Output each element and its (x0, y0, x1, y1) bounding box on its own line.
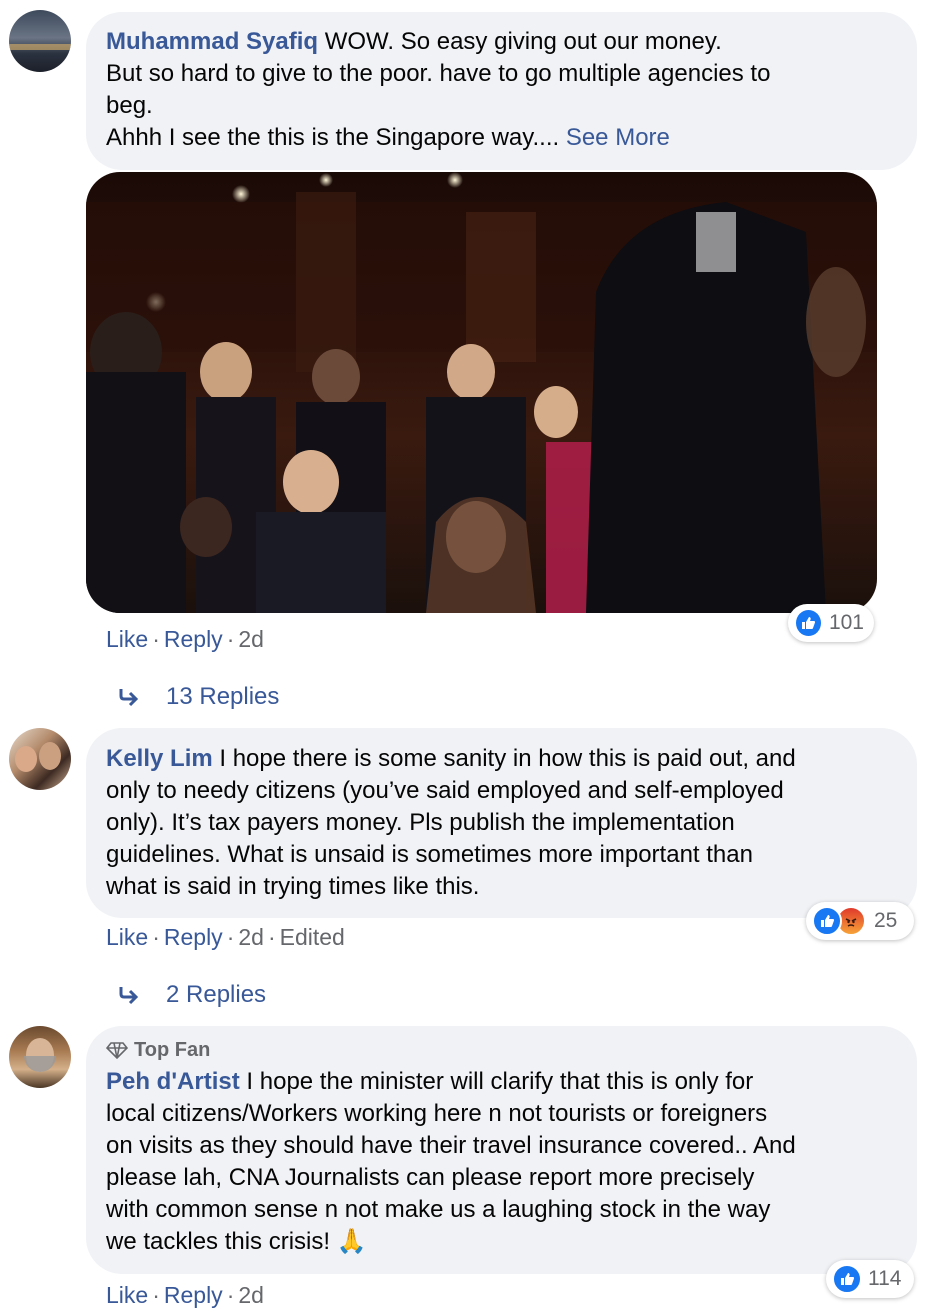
comment-time-1[interactable]: 2d (238, 626, 264, 652)
comment-text-2: Kelly Lim I hope there is some sanity in… (106, 745, 796, 900)
reactions-2[interactable]: 25 (806, 902, 914, 940)
comment-bubble-2: Kelly Lim I hope there is some sanity in… (86, 728, 917, 918)
comment-actions-1: Like · Reply · 2d (106, 626, 264, 652)
comment-text-1: Muhammad Syafiq WOW. So easy giving out … (106, 28, 771, 151)
comment-author-1[interactable]: Muhammad Syafiq (106, 28, 318, 55)
comment-text-3: Peh d'Artist I hope the minister will cl… (106, 1068, 796, 1255)
reaction-count-3: 114 (868, 1267, 902, 1290)
reply-button-3[interactable]: Reply (164, 1282, 223, 1308)
comment-actions-2: Like · Reply · 2d · Edited (106, 924, 345, 950)
like-reaction-icon (832, 1264, 862, 1294)
comment-bubble-1: Muhammad Syafiq WOW. So easy giving out … (86, 12, 917, 170)
folded-hands-emoji: 🙏 (336, 1228, 367, 1255)
reply-button-1[interactable]: Reply (164, 626, 223, 652)
gif-scene (86, 172, 877, 613)
reply-arrow-icon (119, 689, 139, 707)
reactions-3[interactable]: 114 (826, 1260, 914, 1298)
like-reaction-icon (812, 906, 842, 936)
comment-bubble-3: Top Fan Peh d'Artist I hope the minister… (86, 1026, 917, 1274)
gif-image[interactable] (86, 172, 877, 613)
like-reaction-icon (794, 608, 823, 638)
avatar-peh-dartist[interactable] (9, 1026, 71, 1088)
comment-actions-3: Like · Reply · 2d (106, 1282, 264, 1308)
comment-author-3[interactable]: Peh d'Artist (106, 1068, 240, 1095)
diamond-icon (106, 1042, 128, 1059)
reply-button-2[interactable]: Reply (164, 924, 223, 950)
reactions-1[interactable]: 101 (788, 604, 874, 642)
reaction-count-2: 25 (874, 909, 898, 932)
see-more-link[interactable]: See More (566, 124, 670, 151)
reaction-count-1: 101 (828, 611, 864, 634)
edited-label[interactable]: Edited (280, 924, 345, 950)
comment-author-2[interactable]: Kelly Lim (106, 745, 213, 772)
avatar-kelly-lim[interactable] (9, 728, 71, 790)
like-button-3[interactable]: Like (106, 1282, 148, 1308)
reply-arrow-icon (119, 987, 139, 1005)
like-button-2[interactable]: Like (106, 924, 148, 950)
avatar-muhammad-syafiq[interactable] (9, 10, 71, 72)
comment-time-2[interactable]: 2d (238, 924, 264, 950)
comment-time-3[interactable]: 2d (238, 1282, 264, 1308)
top-fan-badge: Top Fan (106, 1036, 897, 1064)
view-replies-2[interactable]: 2 Replies (118, 980, 266, 1010)
like-button-1[interactable]: Like (106, 626, 148, 652)
view-replies-1[interactable]: 13 Replies (118, 682, 279, 712)
